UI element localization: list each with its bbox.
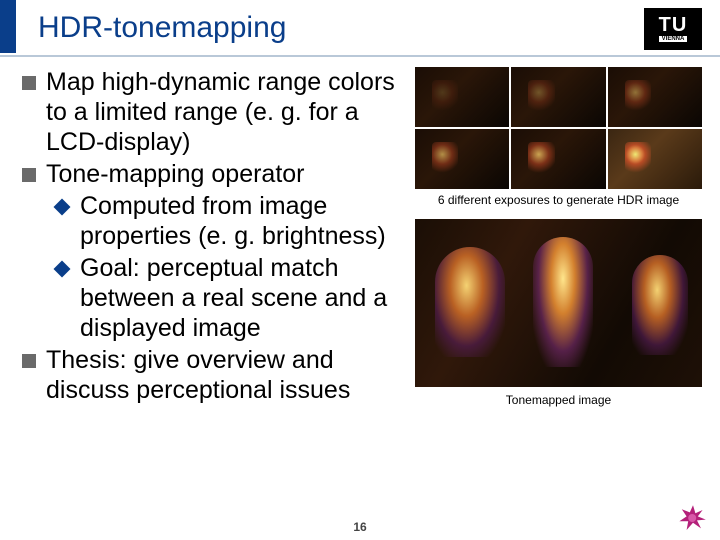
content-area: Map high-dynamic range colors to a limit…: [0, 57, 720, 417]
bullet-3-text: Thesis: give overview and discuss percep…: [46, 345, 407, 405]
tu-logo: TU VIENNA: [644, 8, 702, 50]
stained-glass-window: [435, 247, 505, 357]
bullet-2: Tone-mapping operator: [22, 159, 407, 189]
subbullet-2-1: Computed from image properties (e. g. br…: [56, 191, 407, 251]
exposure-grid: [415, 67, 702, 189]
diamond-bullet-icon: [54, 199, 71, 216]
diamond-bullet-icon: [54, 261, 71, 278]
square-bullet-icon: [22, 76, 36, 90]
slide-title: HDR-tonemapping: [38, 11, 720, 45]
bullet-3: Thesis: give overview and discuss percep…: [22, 345, 407, 405]
exposure-thumb-3: [608, 67, 702, 127]
tonemapped-image: [415, 219, 702, 387]
square-bullet-icon: [22, 168, 36, 182]
square-bullet-icon: [22, 354, 36, 368]
title-bar: HDR-tonemapping TU VIENNA: [0, 0, 720, 57]
image-column: 6 different exposures to generate HDR im…: [407, 67, 702, 417]
stained-glass-window: [632, 255, 688, 355]
page-number: 16: [353, 520, 366, 534]
bullet-1: Map high-dynamic range colors to a limit…: [22, 67, 407, 157]
big-caption: Tonemapped image: [415, 393, 702, 407]
logo-sub: VIENNA: [659, 36, 688, 42]
logo-main: TU: [659, 16, 688, 34]
subbullet-2-2: Goal: perceptual match between a real sc…: [56, 253, 407, 343]
stained-glass-window: [533, 237, 593, 367]
grid-caption: 6 different exposures to generate HDR im…: [415, 193, 702, 207]
exposure-thumb-4: [415, 129, 509, 189]
exposure-thumb-2: [511, 67, 605, 127]
text-column: Map high-dynamic range colors to a limit…: [22, 67, 407, 417]
splat-icon: [676, 502, 710, 534]
exposure-thumb-5: [511, 129, 605, 189]
exposure-thumb-6: [608, 129, 702, 189]
subbullet-2-1-text: Computed from image properties (e. g. br…: [80, 191, 407, 251]
bullet-1-text: Map high-dynamic range colors to a limit…: [46, 67, 407, 157]
subbullet-2-2-text: Goal: perceptual match between a real sc…: [80, 253, 407, 343]
bullet-2-text: Tone-mapping operator: [46, 159, 305, 189]
exposure-thumb-1: [415, 67, 509, 127]
